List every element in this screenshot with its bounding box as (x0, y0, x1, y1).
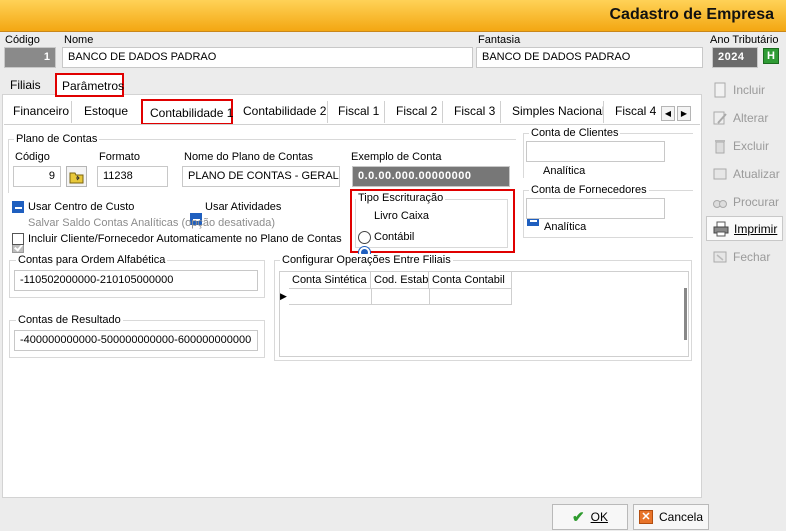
subtab-contabilidade-2[interactable]: Contabilidade 2 (243, 104, 326, 118)
new-document-icon (712, 82, 728, 98)
tab-separator (327, 101, 328, 123)
tab-parametros[interactable]: Parâmetros (55, 73, 124, 97)
refresh-icon (712, 166, 728, 182)
usar-atividades-label: Usar Atividades (205, 201, 282, 213)
check-icon: ✔ (572, 509, 585, 526)
ano-label: Ano Tributário (710, 34, 779, 46)
tipo-escrituracao-label: Tipo Escrituração (356, 192, 446, 204)
trash-icon (712, 138, 728, 154)
subtab-fiscal-2[interactable]: Fiscal 2 (396, 104, 437, 118)
subtab-financeiro[interactable]: Financeiro (13, 104, 69, 118)
fantasia-label: Fantasia (478, 34, 521, 46)
tab-scroll-right-icon[interactable]: ▶ (677, 106, 691, 121)
procurar-button[interactable]: Procurar (706, 190, 783, 213)
plano-nome-field[interactable]: PLANO DE CONTAS - GERAL (182, 166, 340, 187)
grid-header-cod-estab[interactable]: Cod. Estab (371, 272, 429, 289)
fornecedores-analitica-label: Analítica (544, 221, 587, 233)
conta-clientes-field[interactable] (526, 141, 665, 162)
ordem-alfabetica-label: Contas para Ordem Alfabética (16, 254, 168, 266)
grid-header-conta-sintetica[interactable]: Conta Sintética (289, 272, 371, 289)
plano-formato-field[interactable]: 11238 (97, 166, 168, 187)
imprimir-button[interactable]: Imprimir (706, 216, 783, 241)
imprimir-label: Imprimir (734, 221, 778, 236)
conta-fornecedores-label: Conta de Fornecedores (529, 184, 649, 196)
subtab-contabilidade-1-label: Contabilidade 1 (150, 106, 234, 120)
atualizar-label: Atualizar (733, 166, 780, 181)
tab-separator (384, 101, 385, 123)
conta-clientes-label: Conta de Clientes (529, 127, 621, 139)
atualizar-button[interactable]: Atualizar (706, 162, 783, 185)
excluir-button[interactable]: Excluir (706, 134, 783, 157)
contas-resultado-field[interactable]: -400000000000-500000000000-600000000000 (14, 330, 258, 351)
close-door-icon (712, 249, 728, 265)
edit-icon (712, 110, 728, 126)
clientes-analitica-label: Analítica (543, 165, 586, 177)
grid-scrollbar[interactable] (684, 288, 687, 340)
ano-field[interactable]: 2024 (712, 47, 758, 68)
ano-h-button[interactable]: H (763, 48, 779, 64)
usar-centro-checkbox[interactable] (12, 201, 24, 213)
tab-filiais[interactable]: Filiais (10, 78, 41, 92)
tab-separator (603, 101, 604, 123)
subtab-estoque[interactable]: Estoque (84, 104, 128, 118)
subtab-fiscal-3[interactable]: Fiscal 3 (454, 104, 495, 118)
plano-nome-label: Nome do Plano de Contas (184, 151, 314, 163)
codigo-field[interactable]: 1 (4, 47, 56, 68)
conta-fornecedores-field[interactable] (526, 198, 665, 219)
fechar-label: Fechar (733, 249, 771, 264)
plano-formato-label: Formato (99, 151, 140, 163)
title-bar: Cadastro de Empresa (0, 0, 786, 32)
cancel-label: Cancela (658, 510, 704, 524)
subtab-fiscal-4[interactable]: Fiscal 4 (615, 104, 656, 118)
operacoes-label: Configurar Operações Entre Filiais (280, 254, 453, 266)
tab-separator (442, 101, 443, 123)
incluir-cliente-checkbox[interactable] (12, 233, 24, 245)
window-title: Cadastro de Empresa (609, 6, 774, 23)
incluir-button[interactable]: Incluir (706, 78, 783, 101)
row-indicator-icon: ▶ (280, 291, 287, 301)
ok-button[interactable]: ✔ OK (552, 504, 628, 530)
tab-separator (71, 101, 72, 123)
tab-strip-line (4, 124, 700, 125)
nome-label: Nome (64, 34, 94, 46)
subtab-fiscal-1[interactable]: Fiscal 1 (338, 104, 379, 118)
tab-parametros-label: Parâmetros (62, 79, 125, 93)
grid-row[interactable] (289, 289, 512, 305)
contas-resultado-label: Contas de Resultado (16, 314, 123, 326)
codigo-label: Código (5, 34, 40, 46)
grid-header-conta-contabil[interactable]: Conta Contabil (429, 272, 512, 289)
livro-caixa-label: Livro Caixa (374, 210, 430, 222)
contabil-radio[interactable] (358, 231, 371, 244)
subtab-simples-nacional[interactable]: Simples Nacional (512, 104, 605, 118)
subtab-contabilidade-1[interactable]: Contabilidade 1 (141, 99, 233, 125)
printer-icon (713, 221, 729, 237)
tab-separator (500, 101, 501, 123)
plano-group-label: Plano de Contas (14, 133, 100, 145)
cancel-icon: ✕ (638, 510, 653, 524)
contabil-label: Contábil (374, 231, 415, 243)
tab-scroll-left-icon[interactable]: ◀ (661, 106, 675, 121)
ordem-alfabetica-field[interactable]: -110502000000-210105000000 (14, 270, 258, 291)
cancel-button[interactable]: ✕ Cancela (633, 504, 709, 530)
fechar-button[interactable]: Fechar (706, 245, 783, 268)
nome-field[interactable]: BANCO DE DADOS PADRAO (62, 47, 473, 68)
plano-exemplo-label: Exemplo de Conta (351, 151, 442, 163)
incluir-label: Incluir (733, 82, 766, 97)
procurar-label: Procurar (733, 194, 780, 209)
alterar-label: Alterar (733, 110, 769, 125)
incluir-cliente-label: Incluir Cliente/Fornecedor Automaticamen… (28, 233, 342, 245)
fantasia-field[interactable]: BANCO DE DADOS PADRAO (476, 47, 703, 68)
alterar-button[interactable]: Alterar (706, 106, 783, 129)
plano-exemplo-field: 0.0.00.000.00000000 (352, 166, 510, 187)
usar-centro-label: Usar Centro de Custo (28, 201, 135, 213)
plano-codigo-field[interactable]: 9 (13, 166, 61, 187)
salvar-saldo-label: Salvar Saldo Contas Analíticas (opção de… (28, 217, 276, 229)
folder-search-icon[interactable] (66, 166, 87, 187)
plano-codigo-label: Código (15, 151, 50, 163)
ok-label: OK (590, 510, 608, 524)
excluir-label: Excluir (733, 138, 770, 153)
binoculars-icon (712, 194, 728, 210)
